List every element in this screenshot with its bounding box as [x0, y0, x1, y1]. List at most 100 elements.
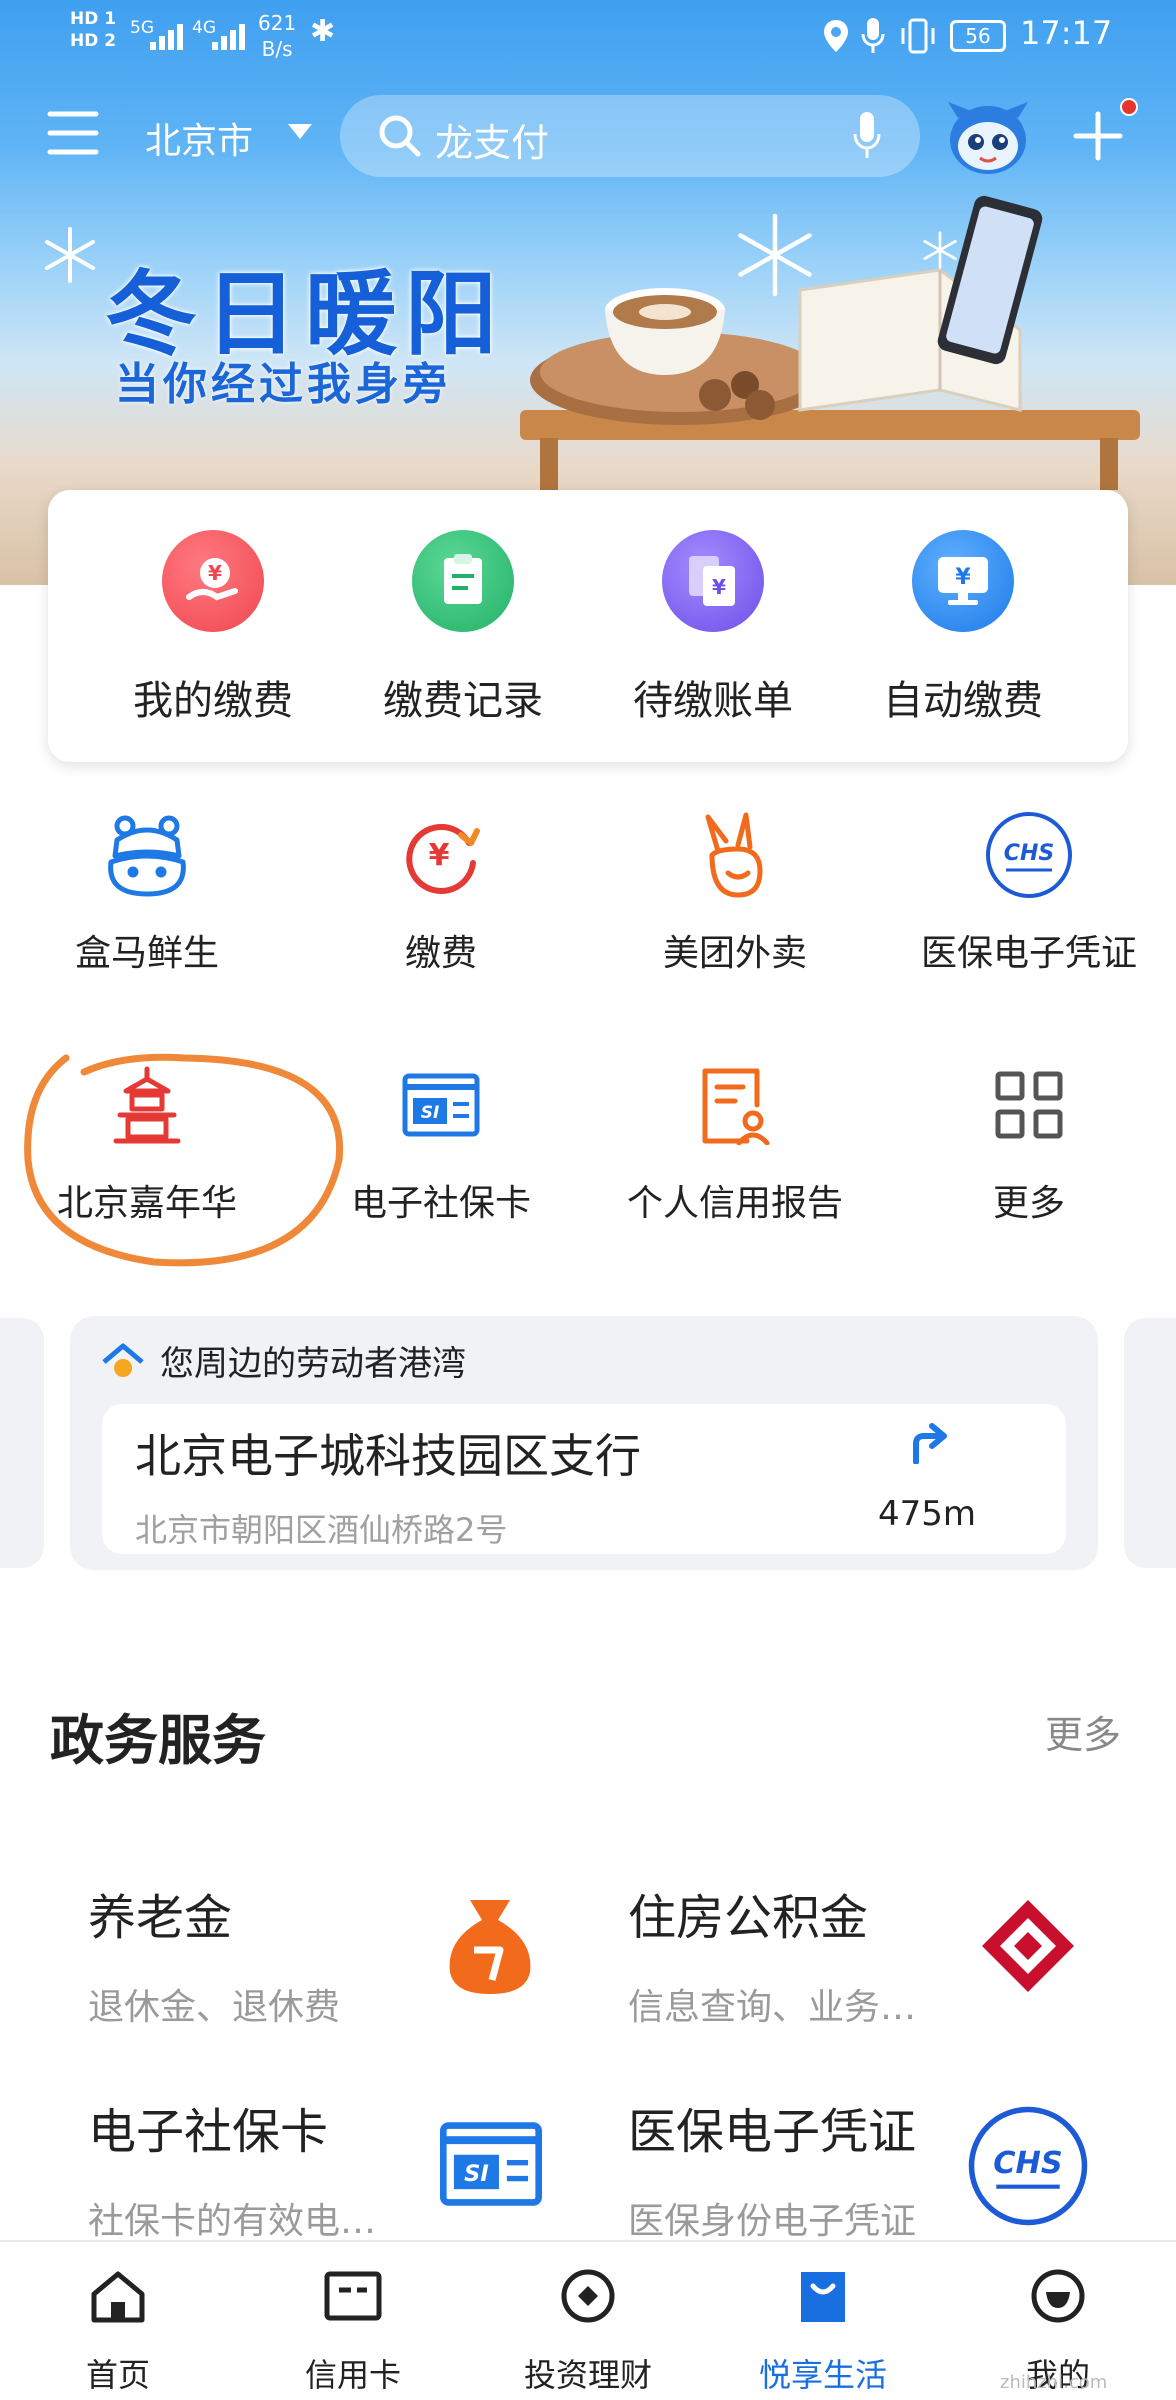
medical-voucher-desc: 医保身份电子凭证 — [628, 2201, 917, 2242]
tab-home[interactable]: 首页 — [18, 2268, 218, 2396]
hd-label-1: HD 1 — [70, 9, 117, 29]
bluetooth-icon: ✱ — [310, 14, 336, 49]
more-services-label: 更多 — [992, 1183, 1065, 1224]
auto-payment-button[interactable]: ¥ 自动缴费 — [853, 530, 1073, 726]
payment-service-label: 缴费 — [404, 933, 477, 974]
voice-search-icon[interactable] — [852, 110, 882, 162]
svg-text:¥: ¥ — [955, 565, 971, 590]
hd-indicator: HD 1 HD 2 — [70, 8, 116, 52]
more-services-button[interactable]: 更多 — [882, 1050, 1176, 1226]
chevron-down-icon[interactable] — [288, 124, 312, 139]
prev-card-peek[interactable] — [0, 1318, 44, 1568]
medical-voucher-title: 医保电子凭证 — [628, 2104, 917, 2160]
gov-more-link[interactable]: 更多 — [1045, 1704, 1121, 1759]
svg-text:¥: ¥ — [429, 838, 450, 873]
housing-fund-icon — [982, 1900, 1074, 1992]
social-security-item[interactable]: 电子社保卡 社保卡的有效电… — [88, 2092, 376, 2244]
svg-text:¥: ¥ — [712, 575, 726, 599]
branch-address: 北京市朝阳区酒仙桥路2号 — [135, 1511, 508, 1549]
bag-icon — [801, 2272, 845, 2322]
net-speed-unit: B/s — [261, 37, 293, 61]
pension-desc: 退休金、退休费 — [88, 1987, 341, 2028]
pending-bill-label: 待缴账单 — [633, 678, 793, 724]
microphone-status-icon — [861, 18, 885, 53]
housing-fund-desc: 信息查询、业务… — [628, 1987, 917, 2028]
hema-button[interactable]: 盒马鲜生 — [0, 800, 294, 976]
housing-fund-title: 住房公积金 — [628, 1890, 869, 1946]
signal-bars-icon — [150, 24, 183, 50]
snowflake-icon — [45, 227, 95, 283]
net-speed: 621 B/s — [258, 10, 296, 62]
hand-yen-icon: ¥ — [162, 530, 264, 632]
tab-home-label: 首页 — [85, 2356, 150, 2394]
social-security-desc: 社保卡的有效电… — [88, 2201, 377, 2242]
banner-subtitle: 当你经过我身旁 — [115, 359, 451, 410]
add-icon[interactable] — [1072, 110, 1124, 162]
my-payment-button[interactable]: ¥ 我的缴费 — [103, 530, 323, 726]
chs-icon: CHS — [986, 812, 1072, 898]
table-illustration — [520, 195, 1140, 490]
monitor-yen-icon: ¥ — [912, 530, 1014, 632]
svg-text:¥: ¥ — [208, 561, 222, 585]
tab-investment[interactable]: 投资理财 — [488, 2268, 688, 2396]
menu-icon[interactable] — [46, 108, 100, 158]
si-logo-text: SI — [421, 1103, 440, 1123]
pending-bill-button[interactable]: ¥ 待缴账单 — [603, 530, 823, 726]
branch-distance: 475m — [878, 1494, 977, 1534]
branch-name: 北京电子城科技园区支行 — [135, 1429, 641, 1483]
vibrate-icon — [901, 18, 935, 54]
turn-right-arrow-icon[interactable] — [908, 1422, 950, 1464]
bill-icon: ¥ — [662, 530, 764, 632]
social-security-title: 电子社保卡 — [88, 2104, 329, 2160]
mascot-avatar-icon[interactable] — [944, 98, 1032, 176]
net-speed-value: 621 — [258, 11, 297, 35]
tab-life[interactable]: 悦享生活 — [723, 2268, 923, 2396]
next-card-peek[interactable] — [1124, 1318, 1176, 1568]
chs-icon: CHS — [968, 2106, 1088, 2226]
payment-service-button[interactable]: ¥ 缴费 — [294, 800, 588, 976]
pension-item[interactable]: 养老金 退休金、退休费 — [88, 1878, 340, 2030]
diamond-coin-icon — [561, 2269, 615, 2323]
credit-report-button[interactable]: 个人信用报告 — [588, 1050, 882, 1226]
payment-record-button[interactable]: 缴费记录 — [353, 530, 573, 726]
signal-bars-icon — [212, 24, 245, 50]
kangaroo-icon — [705, 812, 763, 898]
home-icon — [91, 2271, 145, 2323]
meituan-label: 美团外卖 — [662, 933, 807, 974]
meituan-button[interactable]: 美团外卖 — [588, 800, 882, 976]
medical-insurance-button[interactable]: CHS 医保电子凭证 — [882, 800, 1176, 976]
pension-title: 养老金 — [88, 1890, 233, 1946]
watermark: zhihzhi.com — [1000, 2372, 1108, 2393]
location-icon — [824, 20, 848, 52]
housing-fund-item[interactable]: 住房公积金 信息查询、业务… — [628, 1878, 916, 2030]
tab-credit-card[interactable]: 信用卡 — [253, 2268, 453, 2396]
si-card-icon: SI — [402, 1073, 480, 1137]
harbor-home-icon — [102, 1343, 144, 1377]
hd-label-2: HD 2 — [70, 31, 117, 51]
hand-drawn-circle-annotation — [24, 1053, 344, 1267]
hippo-icon — [108, 815, 186, 897]
grid-icon — [995, 1071, 1063, 1139]
city-selector[interactable]: 北京市 — [145, 112, 253, 164]
tab-life-label: 悦享生活 — [758, 2356, 887, 2394]
tab-investment-label: 投资理财 — [523, 2356, 652, 2394]
si-logo-text: SI — [464, 2161, 489, 2187]
money-bag-icon — [449, 1900, 531, 1994]
credit-report-icon — [702, 1068, 770, 1145]
location-heading: 您周边的劳动者港湾 — [160, 1344, 466, 1384]
search-bar[interactable] — [340, 95, 920, 177]
hema-label: 盒马鲜生 — [74, 933, 219, 974]
medical-insurance-label: 医保电子凭证 — [920, 933, 1137, 974]
medical-voucher-item[interactable]: 医保电子凭证 医保身份电子凭证 — [628, 2092, 916, 2244]
my-payment-label: 我的缴费 — [133, 678, 293, 724]
si-card-icon: SI — [439, 2122, 543, 2206]
auto-payment-label: 自动缴费 — [883, 678, 1043, 724]
receipt-icon — [412, 530, 514, 632]
tab-credit-card-label: 信用卡 — [304, 2356, 401, 2394]
card-icon — [324, 2271, 382, 2321]
credit-report-label: 个人信用报告 — [626, 1183, 843, 1224]
clock: 17:17 — [1020, 14, 1113, 52]
notification-dot — [1120, 98, 1138, 116]
search-input[interactable]: 龙支付 — [435, 112, 549, 167]
chs-logo-text: CHS — [1004, 841, 1054, 866]
